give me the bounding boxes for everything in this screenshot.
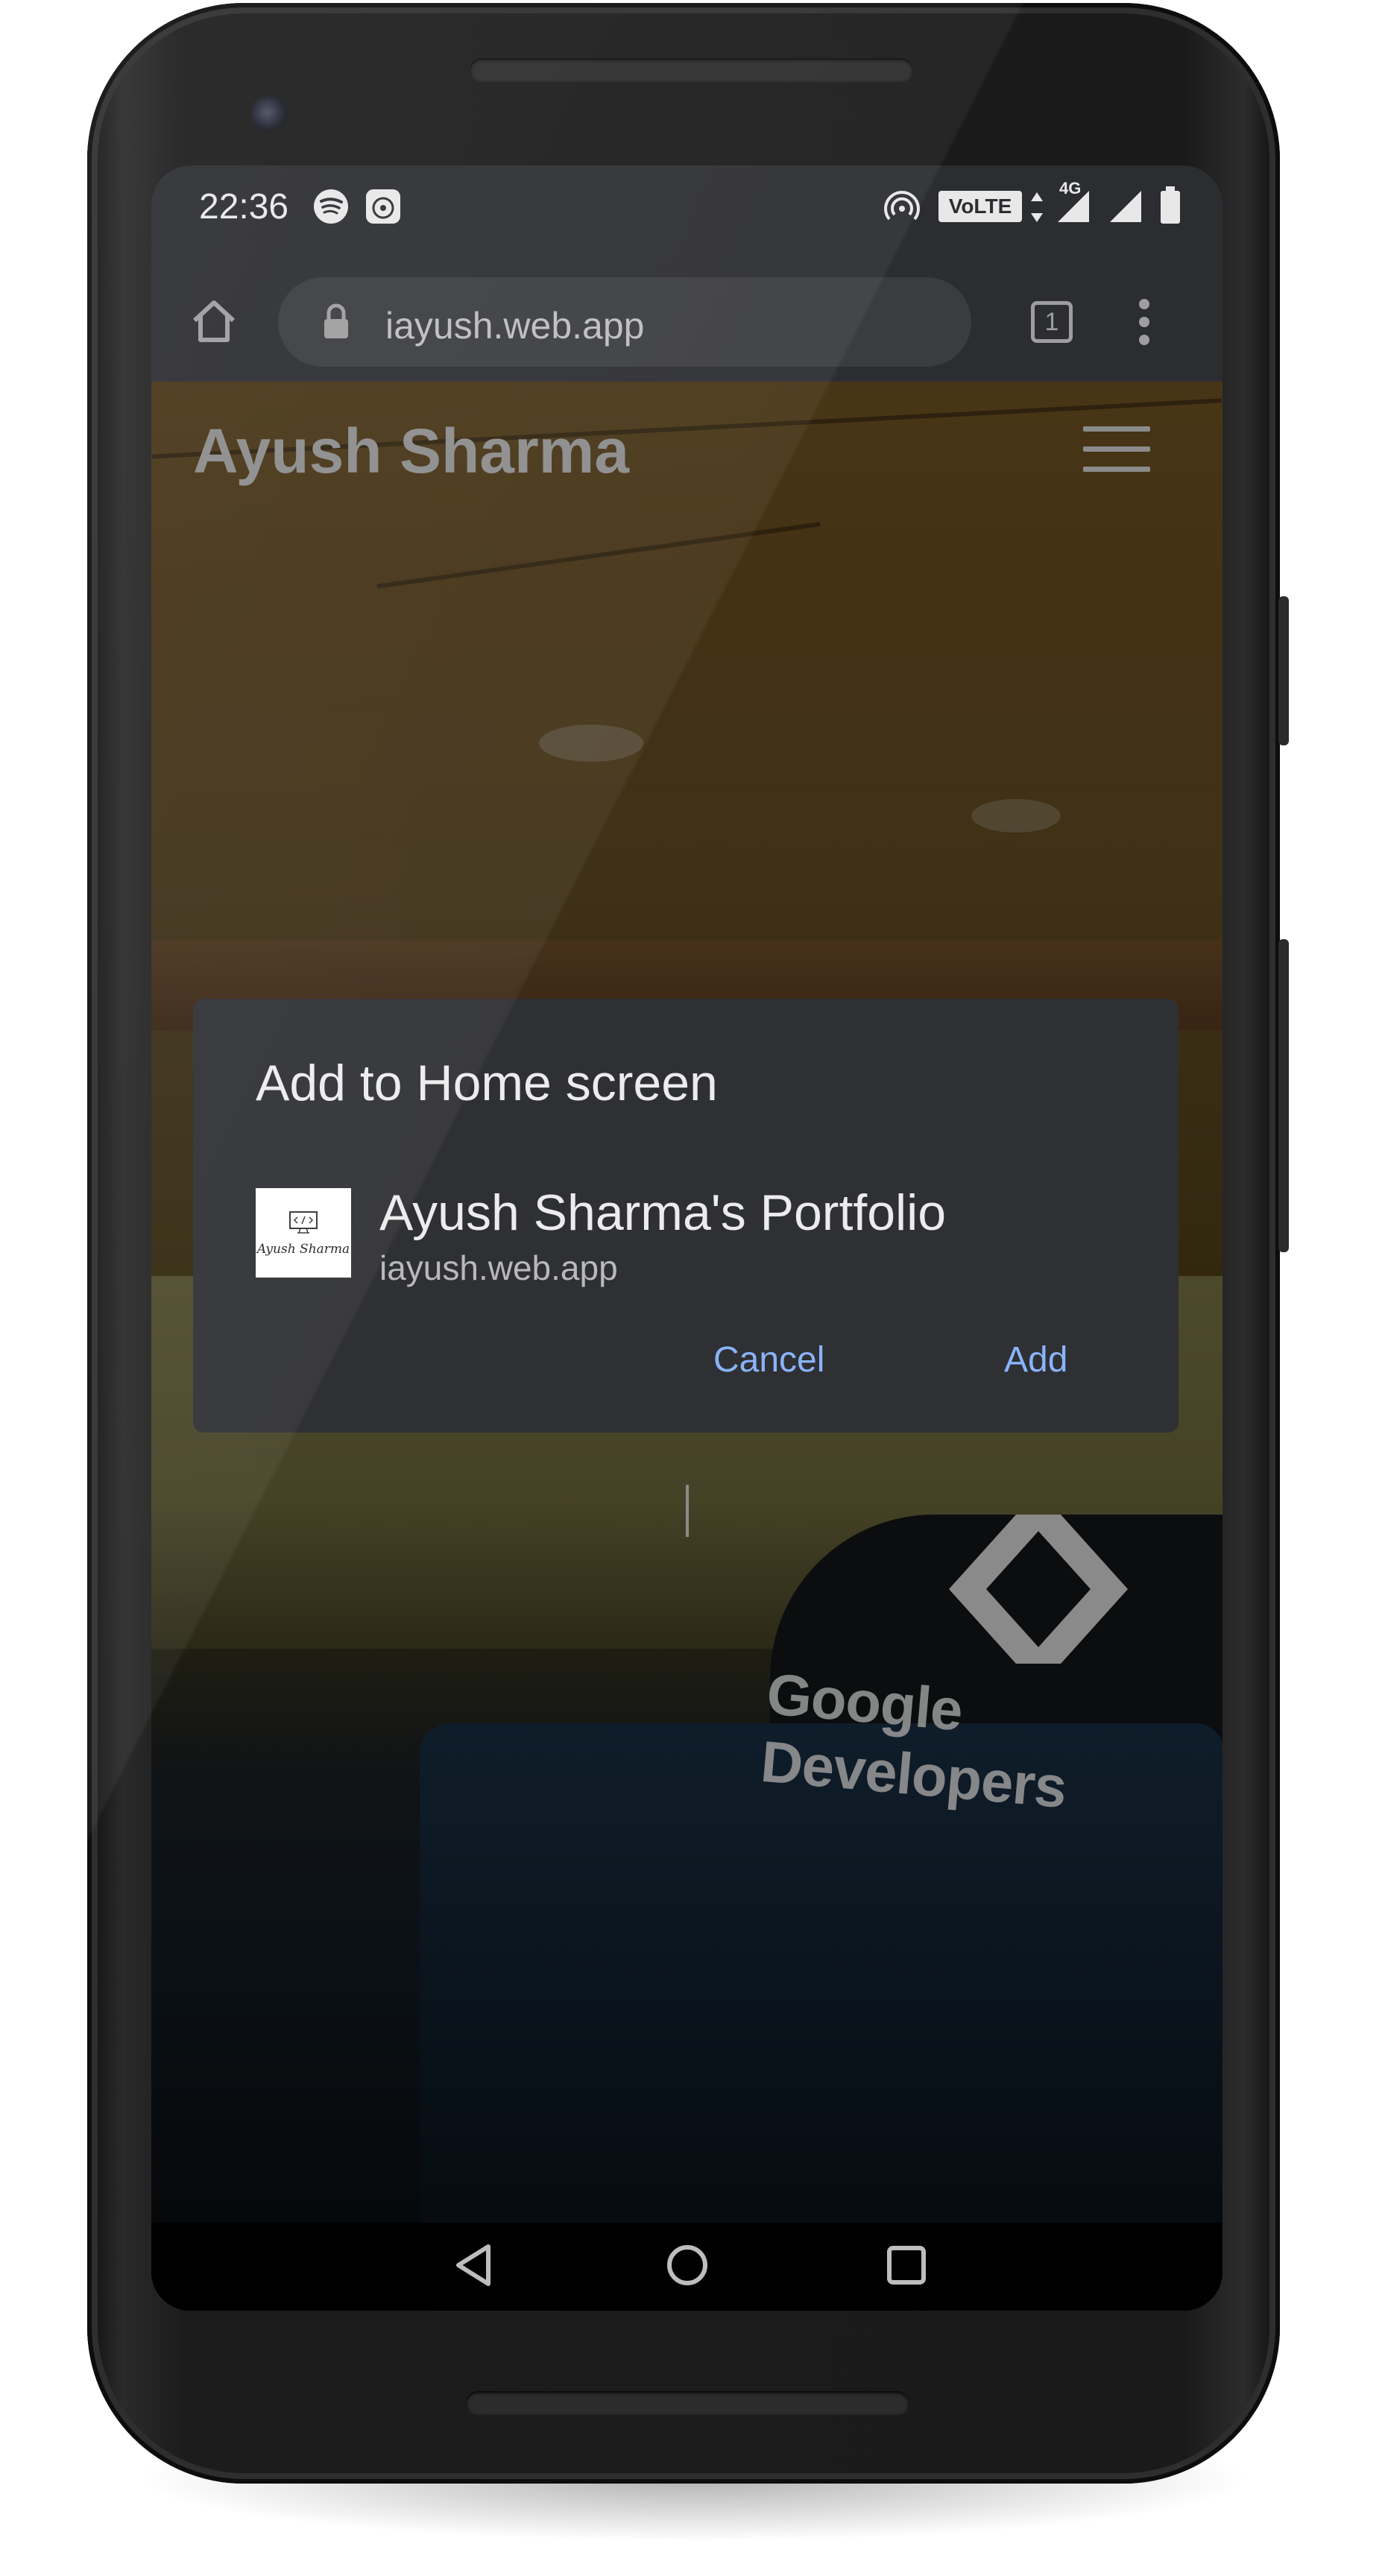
more-vert-icon[interactable]	[1137, 297, 1152, 347]
app-url: iayush.web.app	[379, 1248, 618, 1287]
status-bar: 22:36 VoLTE 4G	[151, 165, 1222, 262]
signal-4g-icon	[1058, 191, 1089, 222]
google-developers-logo	[949, 1515, 1128, 1664]
tab-switcher-button[interactable]: 1	[1031, 301, 1073, 343]
phone-screen: Ayush Sharma Google Developers 22:36 VoL…	[151, 165, 1222, 2311]
bottom-speaker	[466, 2391, 909, 2415]
volte-icon: VoLTE	[938, 191, 1022, 222]
earpiece-speaker	[470, 58, 913, 82]
system-nav-bar	[151, 2223, 1222, 2311]
power-button	[1278, 939, 1289, 1252]
front-camera	[250, 95, 288, 133]
browser-toolbar: iayush.web.app 1	[151, 262, 1222, 382]
text-cursor	[686, 1485, 689, 1537]
code-monitor-icon	[289, 1211, 318, 1234]
spotify-icon	[314, 189, 348, 224]
app-icon: Ayush Sharma	[256, 1188, 351, 1278]
url-text: iayush.web.app	[385, 305, 645, 347]
app-icon-caption: Ayush Sharma	[256, 1242, 350, 1257]
back-icon[interactable]	[448, 2239, 500, 2291]
add-to-home-dialog: Add to Home screen Ayush Sharma Ayush Sh…	[193, 999, 1179, 1433]
notification-app-icon	[366, 189, 400, 224]
battery-icon	[1161, 186, 1180, 224]
app-name[interactable]: Ayush Sharma's Portfolio	[379, 1184, 946, 1242]
lock-icon	[324, 303, 348, 338]
site-title: Ayush Sharma	[193, 416, 630, 486]
add-button[interactable]: Add	[982, 1327, 1090, 1394]
status-time: 22:36	[199, 187, 289, 227]
dialog-title: Add to Home screen	[256, 1055, 718, 1111]
hamburger-icon	[1083, 426, 1150, 479]
cancel-button[interactable]: Cancel	[691, 1327, 847, 1394]
home-icon[interactable]	[187, 295, 241, 349]
data-arrows-icon	[1031, 192, 1043, 222]
tab-count: 1	[1044, 308, 1059, 336]
omnibox[interactable]: iayush.web.app	[278, 277, 971, 367]
hotspot-icon	[884, 191, 920, 221]
volume-button	[1278, 596, 1289, 745]
signal-icon	[1110, 191, 1141, 222]
home-circle-icon[interactable]	[661, 2239, 713, 2291]
recents-icon[interactable]	[880, 2239, 933, 2291]
